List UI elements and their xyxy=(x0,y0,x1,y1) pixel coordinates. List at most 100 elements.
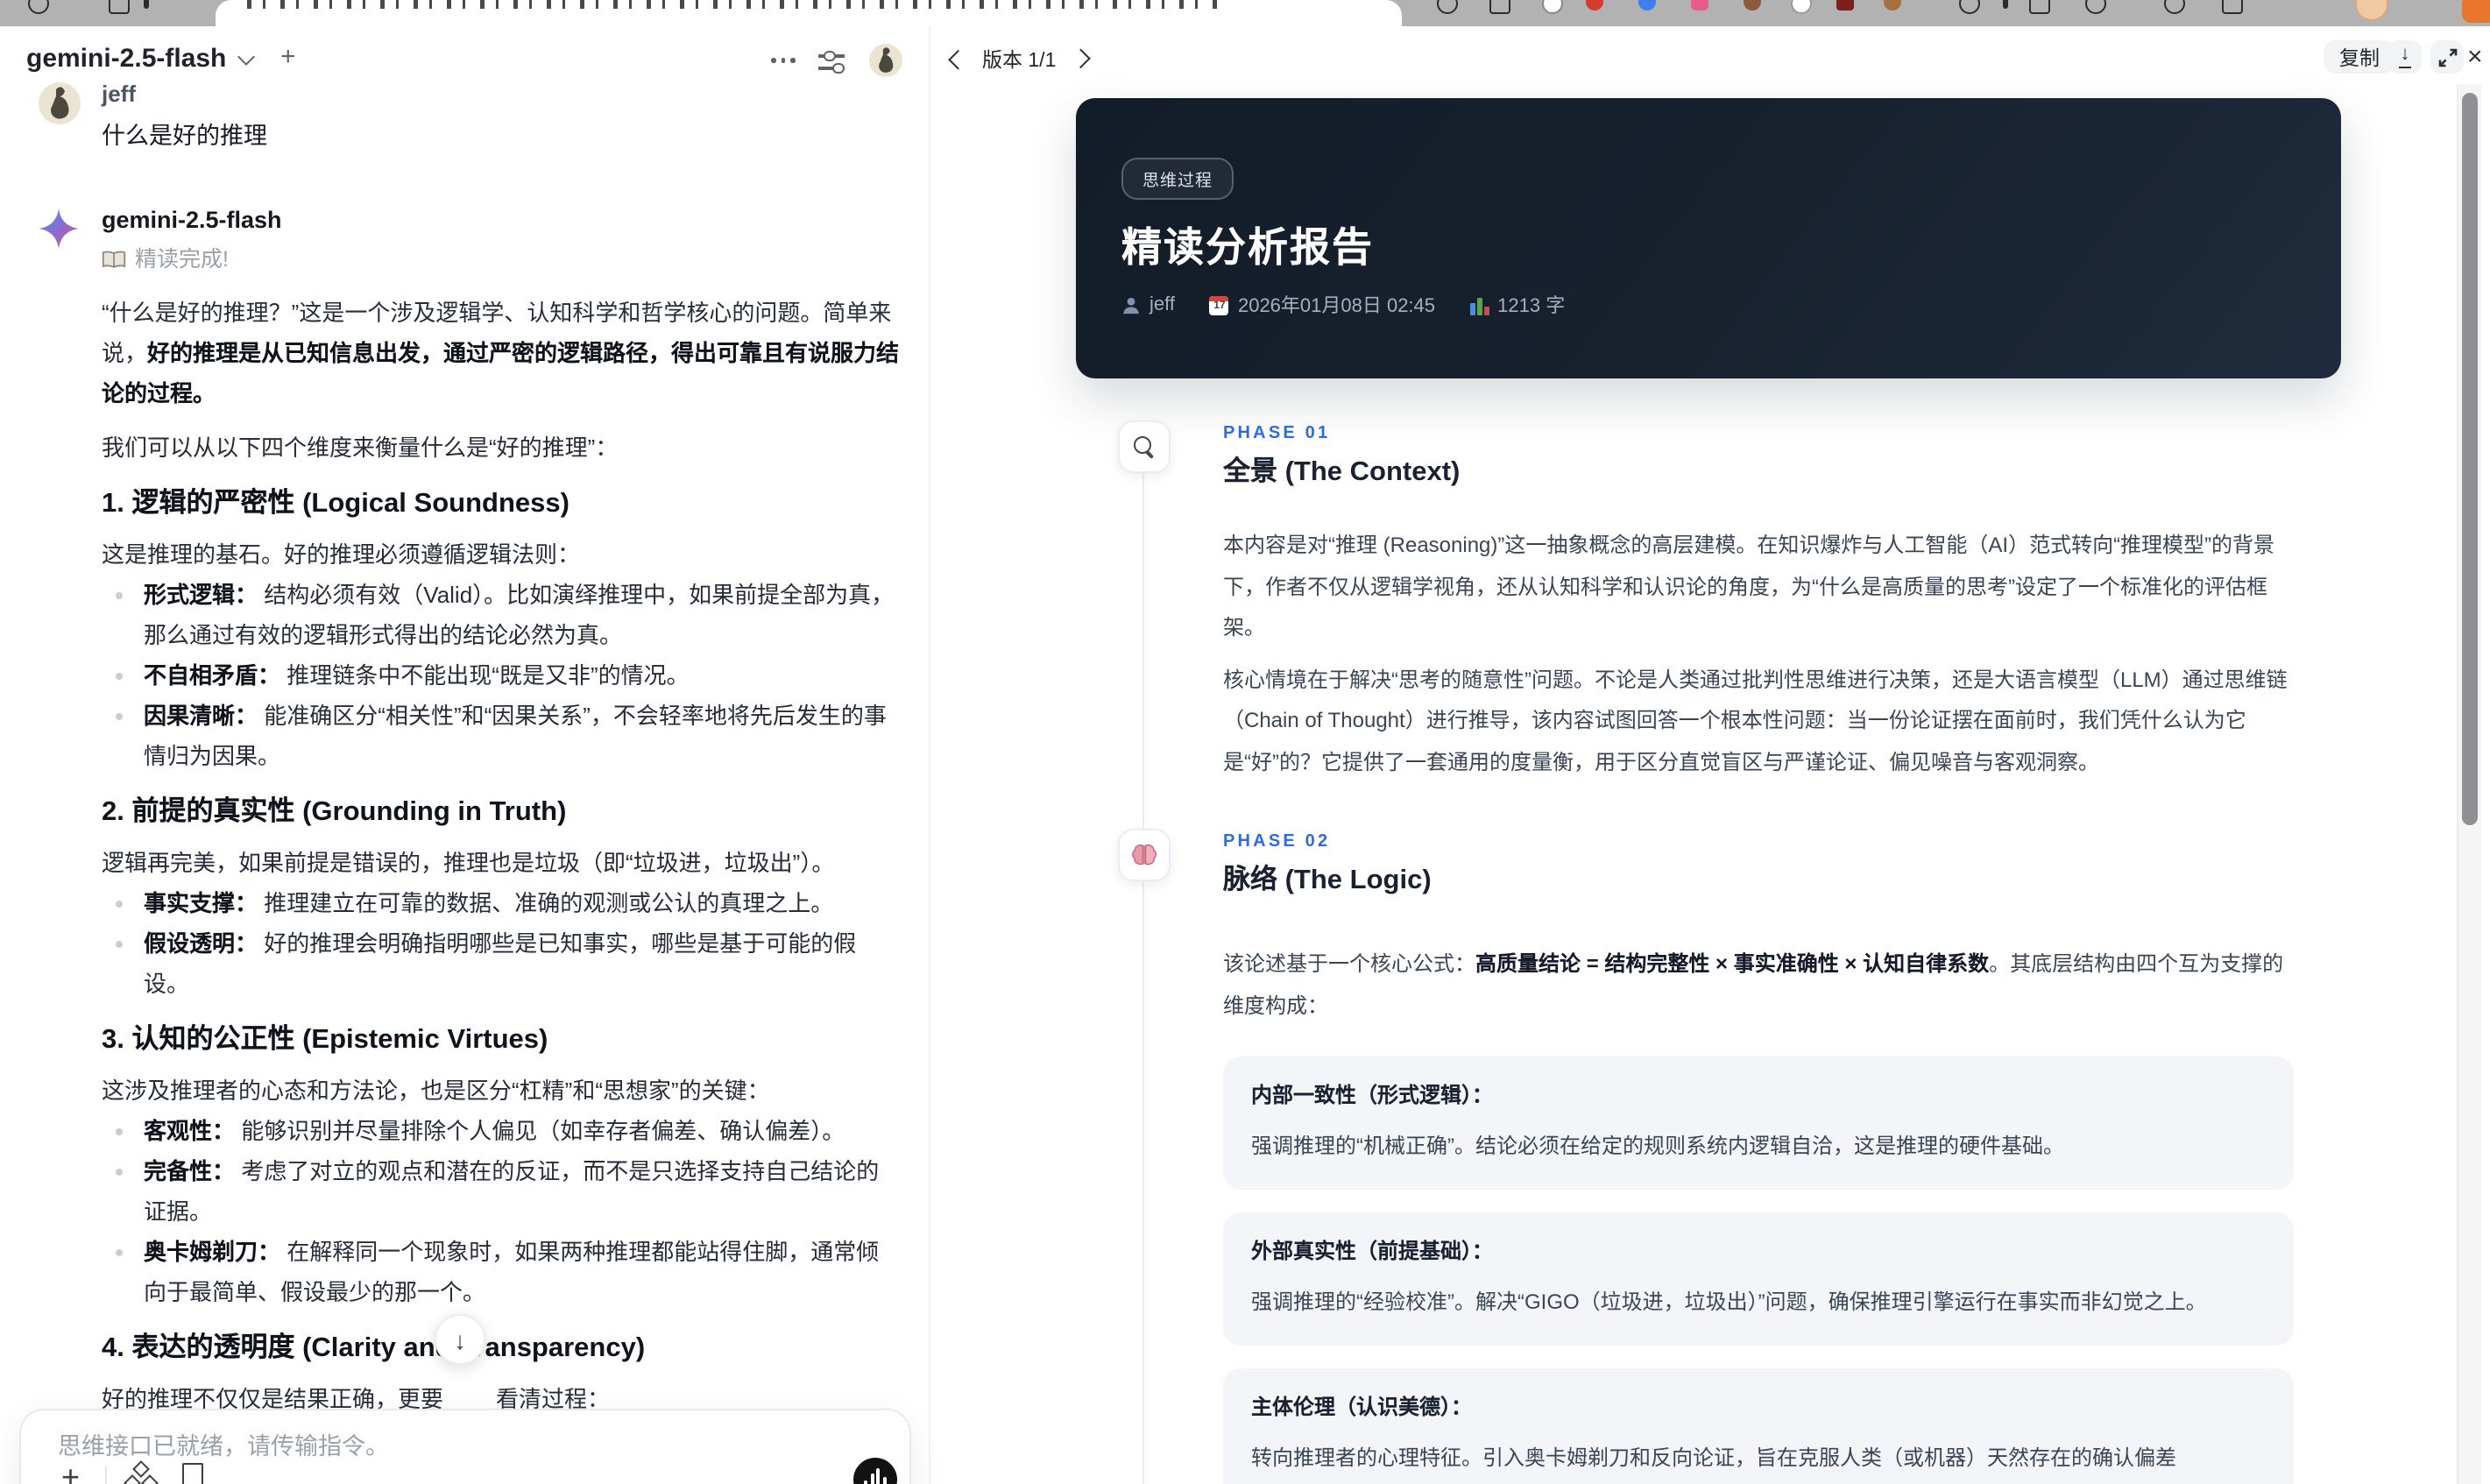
toolbar-grid-icon[interactable] xyxy=(2222,0,2243,14)
composer-input[interactable]: 思维接口已就绪，请传输指令。 xyxy=(58,1430,389,1463)
calendar-icon: 17 xyxy=(1209,295,1229,314)
conversation-title-label: gemini-2.5-flash xyxy=(26,44,227,74)
section-heading: 1. 逻辑的严密性 (Logical Soundness) xyxy=(102,489,569,519)
browser-tab[interactable] xyxy=(216,0,1402,26)
toolbar-phone-icon[interactable] xyxy=(2085,0,2106,14)
card-title: 内部一致性（形式逻辑）： xyxy=(1251,1083,1494,1107)
user-avatar xyxy=(39,82,81,124)
phase-label: PHASE 02 xyxy=(1223,832,1331,852)
bullet-text: 推理建立在可靠的数据、准确的观测或公认的真理之上。 xyxy=(264,890,834,916)
toolbar-divider xyxy=(2003,0,2008,9)
voice-input-button[interactable] xyxy=(853,1458,897,1484)
copy-button[interactable]: 复制 xyxy=(2324,40,2395,74)
extension-icon[interactable] xyxy=(1437,0,1458,14)
author-meta: jeff xyxy=(1121,294,1175,315)
browser-toolbar xyxy=(0,0,2490,26)
attach-plus-button[interactable]: + xyxy=(61,1461,80,1484)
scrollbar-thumb[interactable] xyxy=(2462,93,2478,825)
assistant-status: 精读完成! xyxy=(102,247,901,273)
browser-apps-icon[interactable] xyxy=(109,0,130,14)
paragraph: 逻辑再完美，如果前提是错误的，推理也是垃圾（即“垃圾进，垃圾出”）。 xyxy=(102,850,835,876)
list-item: 因果清晰： 能准确区分“相关性”和“因果关系”，不会轻率地将先后发生的事情归为因… xyxy=(102,696,901,776)
more-options-icon[interactable] xyxy=(771,58,796,63)
scrollbar-track[interactable] xyxy=(2457,84,2481,1484)
bullet-term: 不自相矛盾： xyxy=(144,662,281,689)
panel-divider xyxy=(929,26,930,1484)
word-count-meta: 1213 字 xyxy=(1470,291,1565,319)
list-item: 不自相矛盾： 推理链条中不能出现“既是又非”的情况。 xyxy=(102,655,901,696)
bullet-text: 推理链条中不能出现“既是又非”的情况。 xyxy=(286,662,690,689)
report-meta: jeff 17 2026年01月08日 02:45 1213 字 xyxy=(1121,291,1565,319)
toolbar-tool-icon[interactable] xyxy=(2029,0,2050,14)
card-body: 强调推理的“经验校准”。解决“GIGO（垃圾进，垃圾出）”问题，确保推理引擎运行… xyxy=(1251,1290,2207,1314)
user-avatar[interactable] xyxy=(869,44,902,77)
extension-icon[interactable] xyxy=(1884,0,1901,11)
phase-title: 全景 (The Context) xyxy=(1223,457,1461,487)
phase-paragraph: 该论述基于一个核心公式：高质量结论 = 结构完整性 × 事实准确性 × 认知自律… xyxy=(1223,944,2294,1027)
assistant-name: gemini-2.5-flash xyxy=(102,207,282,233)
assistant-message: gemini-2.5-flash 精读完成! “什么是好的推理？”这是一个涉及逻… xyxy=(39,207,901,1459)
card-body: 转向推理者的心理特征。引入奥卡姆剃刀和反向论证，旨在克服人类（或机器）天然存在的… xyxy=(1251,1445,2177,1470)
intro-bold: 好的推理是从已知信息出发，通过严密的逻辑路径，得出可靠且有说服力结论的过程。 xyxy=(102,340,900,406)
toolbar-pen-icon[interactable] xyxy=(1959,0,1980,14)
expand-icon xyxy=(2437,47,2457,67)
expand-button[interactable] xyxy=(2430,40,2464,74)
browser-edge-icon[interactable] xyxy=(2462,0,2490,23)
thinking-process-badge: 思维过程 xyxy=(1121,158,1234,200)
bullet-term: 事实支撑： xyxy=(144,890,258,916)
settings-sliders-icon[interactable] xyxy=(818,50,845,74)
next-version-icon[interactable] xyxy=(1071,50,1090,69)
bullet-list: 事实支撑： 推理建立在可靠的数据、准确的观测或公认的真理之上。 假设透明： 好的… xyxy=(102,883,901,1004)
list-item: 形式逻辑： 结构必须有效（Valid）。比如演绎推理中，如果前提全部为真，那么通… xyxy=(102,575,901,655)
paragraph: 这是推理的基石。好的推理必须遵循逻辑法则： xyxy=(102,541,581,568)
extension-icon[interactable] xyxy=(1489,0,1510,14)
extension-icon[interactable] xyxy=(1586,0,1603,11)
browser-reload-icon[interactable] xyxy=(28,0,49,14)
bar-chart-icon xyxy=(1470,295,1489,314)
browser-profile-avatar[interactable] xyxy=(2355,0,2388,21)
bullet-term: 假设透明： xyxy=(144,930,258,957)
extension-icon[interactable] xyxy=(1638,0,1656,11)
message-composer[interactable]: 思维接口已就绪，请传输指令。 + xyxy=(19,1409,911,1484)
version-label: 版本 1/1 xyxy=(982,51,1057,72)
avatar-sketch xyxy=(879,47,894,73)
browser-menu-icon[interactable] xyxy=(144,0,149,9)
list-item: 完备性： 考虑了对立的观点和潜在的反证，而不是只选择支持自己结论的证据。 xyxy=(102,1151,901,1232)
extension-icon[interactable] xyxy=(1744,0,1761,11)
date-meta: 17 2026年01月08日 02:45 xyxy=(1209,291,1435,319)
extension-icon[interactable] xyxy=(1542,0,1563,14)
bullet-term: 完备性： xyxy=(144,1158,236,1184)
new-chat-button[interactable]: + xyxy=(280,42,296,72)
chat-thread: jeff 什么是好的推理 gemini-2.5-flash 精读完成! “什么是… xyxy=(39,81,901,1459)
conversation-title[interactable]: gemini-2.5-flash xyxy=(26,44,256,74)
bullet-term: 形式逻辑： xyxy=(144,582,258,608)
close-panel-button[interactable]: × xyxy=(2467,42,2483,72)
gemini-logo-icon xyxy=(39,208,81,251)
previous-version-icon[interactable] xyxy=(948,50,968,69)
phase-title: 脉络 (The Logic) xyxy=(1223,866,1432,895)
card-title: 外部真实性（前提基础）： xyxy=(1251,1239,1494,1263)
bookmark-icon[interactable] xyxy=(182,1463,203,1484)
sparkle-tools-icon[interactable] xyxy=(124,1460,159,1484)
phase-1-section: PHASE 01 全景 (The Context) 本内容是对“推理 (Reas… xyxy=(1076,420,2341,783)
phase-label: PHASE 01 xyxy=(1223,424,1331,443)
list-item: 假设透明： 好的推理会明确指明哪些是已知事实，哪些是基于可能的假设。 xyxy=(102,923,901,1004)
assistant-status-text: 精读完成! xyxy=(135,247,229,272)
report-document: PHASE 01 全景 (The Context) 本内容是对“推理 (Reas… xyxy=(1076,420,2341,1484)
extension-icon[interactable] xyxy=(1791,0,1812,14)
screen: gemini-2.5-flash + jeff 什么是好的推理 gemini-2… xyxy=(0,0,2490,1484)
section-heading: 4. 表达的透明度 (Clarity and Transparency) xyxy=(102,1333,646,1363)
paragraph: 我们可以从以下四个维度来衡量什么是“好的推理”： xyxy=(102,435,619,461)
assistant-message-body: “什么是好的推理？”这是一个涉及逻辑学、认知科学和哲学核心的问题。简单来说，好的… xyxy=(102,293,901,1459)
extension-icon[interactable] xyxy=(1836,0,1854,11)
avatar-sketch xyxy=(51,87,69,119)
browser-tab-title xyxy=(247,0,1228,9)
bullet-term: 客观性： xyxy=(144,1118,236,1144)
dimension-card: 外部真实性（前提基础）： 强调推理的“经验校准”。解决“GIGO（垃圾进，垃圾出… xyxy=(1223,1212,2294,1346)
toolbar-circle-icon[interactable] xyxy=(2164,0,2185,14)
list-item: 客观性： 能够识别并尽量排除个人偏见（如幸存者偏差、确认偏差）。 xyxy=(102,1111,901,1151)
extension-icon[interactable] xyxy=(1691,0,1708,11)
formula-bold: 高质量结论 = 结构完整性 × 事实准确性 × 认知自律系数 xyxy=(1475,951,1990,976)
download-button[interactable]: ↓ xyxy=(2388,40,2422,74)
scroll-to-bottom-button[interactable]: ↓ xyxy=(435,1314,485,1365)
